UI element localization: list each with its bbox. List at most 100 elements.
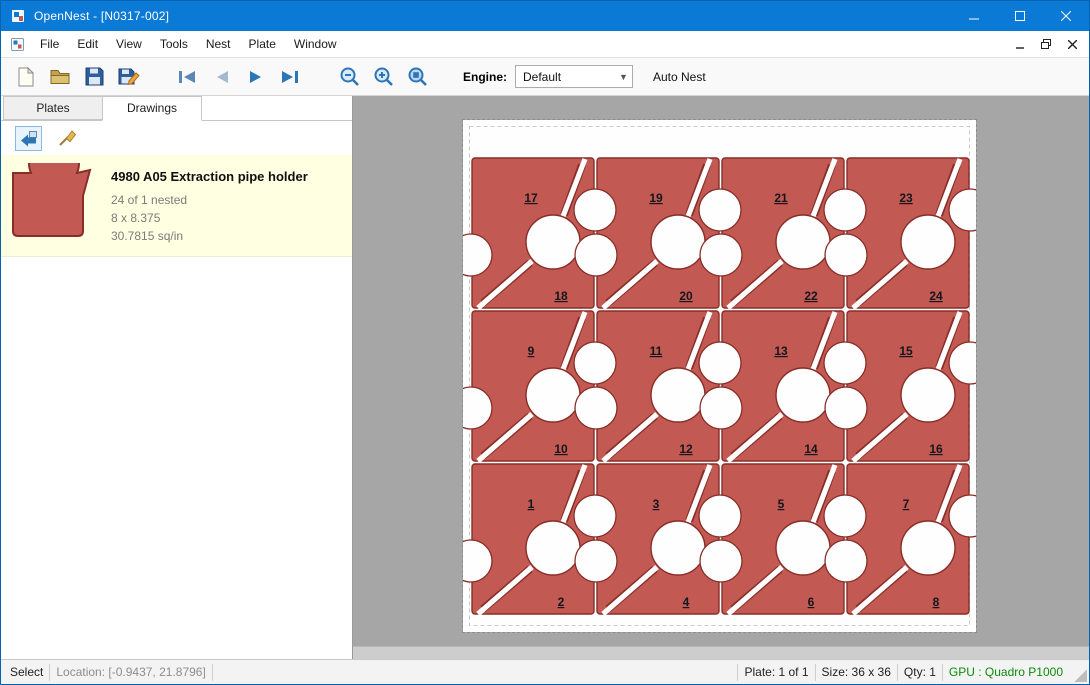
svg-text:10: 10: [554, 442, 568, 456]
maximize-icon: [1015, 11, 1025, 21]
menu-view[interactable]: View: [107, 32, 151, 56]
svg-text:11: 11: [650, 344, 663, 358]
tab-plates[interactable]: Plates: [3, 96, 103, 120]
menu-tools[interactable]: Tools: [151, 32, 197, 56]
go-first-button[interactable]: [171, 62, 205, 92]
replace-part-icon: [20, 130, 38, 147]
mdi-close-button[interactable]: [1059, 33, 1085, 55]
svg-text:7: 7: [903, 497, 910, 511]
minimize-button[interactable]: [951, 1, 997, 31]
minimize-icon: [969, 11, 979, 21]
mdi-close-icon: [1068, 40, 1077, 49]
svg-text:14: 14: [804, 442, 818, 456]
app-window: OpenNest - [N0317-002] FileEditViewTools…: [0, 0, 1090, 685]
svg-text:2: 2: [558, 595, 565, 609]
horizontal-scrollbar[interactable]: [353, 646, 1089, 659]
svg-text:17: 17: [524, 191, 538, 205]
save-button[interactable]: [77, 62, 111, 92]
svg-text:22: 22: [804, 289, 818, 303]
status-size: Size: 36 x 36: [816, 665, 897, 679]
status-plate: Plate: 1 of 1: [738, 665, 814, 679]
status-qty: Qty: 1: [898, 665, 942, 679]
zoom-in-button[interactable]: [367, 62, 401, 92]
go-previous-button[interactable]: [205, 62, 239, 92]
save-edit-icon: [117, 66, 140, 88]
main-area: Plates Drawings 4980 A05 Extract: [1, 96, 1089, 659]
status-location: Location: [-0.9437, 21.8796]: [50, 665, 211, 679]
menu-bar: FileEditViewToolsNestPlateWindow: [1, 31, 1089, 58]
clean-broom-icon: [58, 129, 77, 147]
zoom-in-icon: [373, 66, 395, 88]
zoom-fit-icon: [407, 66, 429, 88]
menu-nest[interactable]: Nest: [197, 32, 240, 56]
go-last-icon: [280, 70, 300, 84]
mdi-minimize-button[interactable]: [1007, 33, 1033, 55]
resize-grip-icon[interactable]: [1073, 668, 1087, 682]
svg-text:18: 18: [554, 289, 568, 303]
svg-text:6: 6: [808, 595, 815, 609]
svg-text:3: 3: [653, 497, 660, 511]
engine-select[interactable]: Default ▼: [515, 65, 633, 88]
svg-text:12: 12: [679, 442, 693, 456]
clean-broom-button[interactable]: [54, 126, 81, 151]
menu-file[interactable]: File: [31, 32, 68, 56]
svg-text:20: 20: [679, 289, 693, 303]
part-thumbnail: [9, 163, 95, 246]
new-document-icon: [16, 66, 36, 88]
app-icon: [10, 8, 26, 24]
zoom-out-icon: [339, 66, 361, 88]
menu-window[interactable]: Window: [285, 32, 346, 56]
drawing-list-item[interactable]: 4980 A05 Extraction pipe holder 24 of 1 …: [1, 155, 352, 257]
status-separator: [212, 664, 213, 681]
go-next-icon: [247, 70, 265, 84]
mdi-restore-icon: [1041, 39, 1051, 49]
chevron-down-icon[interactable]: ▼: [615, 66, 632, 87]
sidebar-tabs: Plates Drawings: [1, 96, 352, 121]
engine-value: Default: [523, 70, 561, 84]
svg-text:16: 16: [929, 442, 943, 456]
go-first-icon: [178, 70, 198, 84]
svg-text:9: 9: [528, 344, 535, 358]
drawings-toolbar: [1, 121, 352, 155]
svg-text:13: 13: [774, 344, 788, 358]
menu-edit[interactable]: Edit: [68, 32, 107, 56]
go-next-button[interactable]: [239, 62, 273, 92]
maximize-button[interactable]: [997, 1, 1043, 31]
close-button[interactable]: [1043, 1, 1089, 31]
zoom-out-button[interactable]: [333, 62, 367, 92]
go-previous-icon: [213, 70, 231, 84]
svg-text:23: 23: [899, 191, 913, 205]
svg-text:21: 21: [774, 191, 788, 205]
part-title: 4980 A05 Extraction pipe holder: [111, 167, 308, 187]
svg-text:24: 24: [929, 289, 943, 303]
mdi-restore-button[interactable]: [1033, 33, 1059, 55]
svg-text:19: 19: [649, 191, 663, 205]
save-icon: [84, 66, 105, 87]
menu-items: FileEditViewToolsNestPlateWindow: [31, 32, 346, 56]
document-icon: [10, 37, 25, 52]
part-nested-count: 24 of 1 nested: [111, 191, 308, 209]
menu-plate[interactable]: Plate: [240, 32, 285, 56]
nesting-canvas[interactable]: 171819202122232491011121314151612345678: [353, 96, 1089, 659]
zoom-fit-button[interactable]: [401, 62, 435, 92]
new-document-button[interactable]: [9, 62, 43, 92]
open-file-button[interactable]: [43, 62, 77, 92]
window-title: OpenNest - [N0317-002]: [34, 9, 169, 23]
part-size: 8 x 8.375: [111, 209, 308, 227]
svg-text:5: 5: [778, 497, 785, 511]
title-bar[interactable]: OpenNest - [N0317-002]: [1, 1, 1089, 31]
replace-part-button[interactable]: [15, 126, 42, 151]
part-area: 30.7815 sq/in: [111, 227, 308, 245]
status-bar: Select Location: [-0.9437, 21.8796] Plat…: [1, 659, 1089, 684]
save-edit-button[interactable]: [111, 62, 145, 92]
tab-drawings[interactable]: Drawings: [102, 96, 202, 121]
svg-text:1: 1: [528, 497, 535, 511]
mdi-window-controls: [1007, 33, 1089, 55]
auto-nest-button[interactable]: Auto Nest: [653, 70, 706, 84]
mdi-minimize-icon: [1016, 40, 1025, 49]
plate[interactable]: 171819202122232491011121314151612345678: [463, 120, 976, 632]
open-file-icon: [49, 67, 71, 87]
svg-text:8: 8: [933, 595, 940, 609]
go-last-button[interactable]: [273, 62, 307, 92]
plate-svg[interactable]: 171819202122232491011121314151612345678: [463, 120, 976, 632]
